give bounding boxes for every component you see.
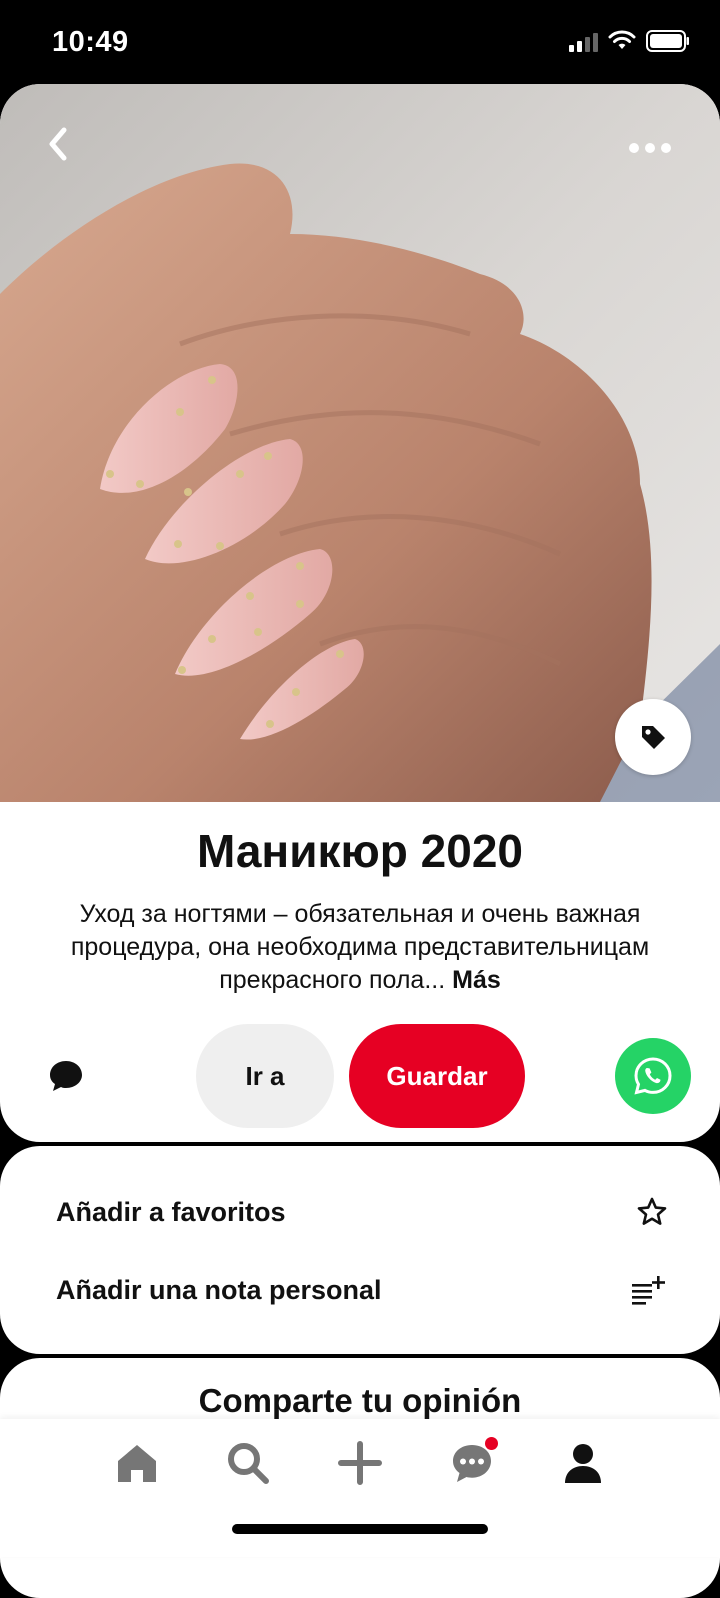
pin-title: Маникюр 2020 xyxy=(196,825,524,877)
comments-title: Comparte tu opinión xyxy=(198,1382,522,1419)
pin-options-card: Añadir a favoritos Añadir una nota perso… xyxy=(0,1146,720,1354)
bottom-nav xyxy=(0,1419,720,1557)
search-icon xyxy=(228,1443,269,1484)
more-options-icon[interactable] xyxy=(628,136,672,160)
nav-messages[interactable] xyxy=(444,1435,500,1491)
nav-create[interactable] xyxy=(332,1435,388,1491)
plus-icon xyxy=(338,1441,382,1485)
battery-icon xyxy=(646,30,689,52)
notification-dot xyxy=(485,1437,498,1450)
visit-button[interactable]: Ir a xyxy=(196,1024,334,1128)
home-icon xyxy=(118,1445,156,1482)
nav-home[interactable] xyxy=(109,1435,165,1491)
pin-description: Уход за ногтями – обязательная и очень в… xyxy=(36,898,684,997)
status-bar: 10:49 xyxy=(0,0,720,84)
add-to-favorites-label: Añadir a favoritos xyxy=(56,1196,286,1227)
tag-icon xyxy=(642,726,665,749)
status-icons xyxy=(569,30,690,52)
comment-icon[interactable] xyxy=(48,1058,84,1094)
nav-profile[interactable] xyxy=(555,1435,611,1491)
back-icon[interactable] xyxy=(38,122,82,166)
add-personal-note-row[interactable]: Añadir una nota personal xyxy=(56,1260,668,1320)
save-button[interactable]: Guardar xyxy=(349,1024,525,1128)
whatsapp-icon xyxy=(634,1057,672,1095)
nav-search[interactable] xyxy=(220,1435,276,1491)
pin-image[interactable] xyxy=(0,84,720,802)
pin-description-text: Уход за ногтями – обязательная и очень в… xyxy=(70,900,650,994)
add-note-icon xyxy=(632,1276,665,1305)
more-link[interactable]: Más xyxy=(452,966,501,994)
add-personal-note-label: Añadir una nota personal xyxy=(56,1274,382,1305)
wifi-icon xyxy=(608,30,636,49)
profile-icon xyxy=(565,1444,601,1483)
tag-button[interactable] xyxy=(615,699,691,775)
whatsapp-share-button[interactable] xyxy=(615,1038,691,1114)
home-indicator xyxy=(232,1524,488,1534)
signal-icon xyxy=(569,30,598,52)
status-time: 10:49 xyxy=(52,26,129,58)
add-to-favorites-row[interactable]: Añadir a favoritos xyxy=(56,1182,668,1242)
pin-card: Маникюр 2020 Уход за ногтями – обязатель… xyxy=(0,84,720,1142)
star-icon xyxy=(637,1197,667,1225)
